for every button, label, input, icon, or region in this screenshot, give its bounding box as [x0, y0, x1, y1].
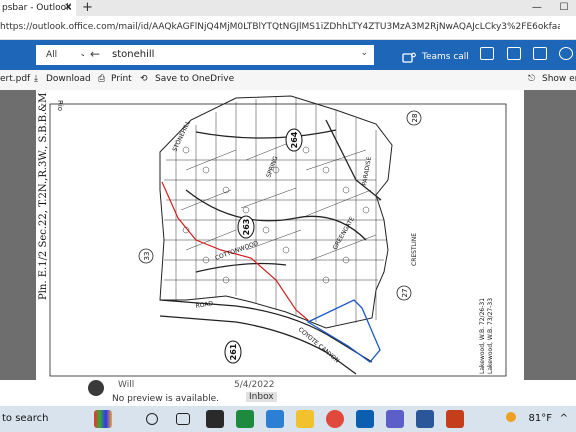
browser-tab[interactable]: psbar - Outlook ✕	[0, 0, 76, 16]
calendar-icon[interactable]	[480, 47, 494, 60]
tasks-icon[interactable]	[507, 47, 521, 60]
url-text[interactable]: https://outlook.office.com/mail/id/AAQkA…	[0, 22, 560, 32]
street-greengate: GREENGATE	[332, 216, 356, 251]
street-cottonwood: COTTONWOOD	[214, 240, 259, 262]
section-28: 28	[411, 114, 419, 123]
task-view-icon[interactable]	[176, 413, 190, 425]
teams-app-icon[interactable]	[386, 410, 404, 428]
section-27: 27	[401, 289, 409, 298]
tab-title: psbar - Outlook	[2, 3, 72, 13]
street-road: ROAD	[195, 300, 214, 310]
street-crestline: CRESTLINE	[411, 233, 418, 266]
note-1: Lakewood, W.B. 72/26-31	[479, 298, 486, 374]
section-33: 33	[143, 252, 151, 261]
outlook-icon[interactable]	[356, 410, 374, 428]
file-explorer-icon[interactable]	[296, 410, 314, 428]
show-email-button[interactable]: Show em	[542, 74, 576, 84]
maximize-button[interactable]: ☐	[552, 0, 576, 13]
windows-taskbar: to search 81°F ^	[0, 406, 576, 432]
chat-icon[interactable]	[533, 47, 547, 60]
note-2: Lakewood, W.B. 73/27-33	[487, 298, 494, 374]
store-icon[interactable]	[206, 410, 224, 428]
book-264: 264	[290, 131, 299, 148]
folder-badge[interactable]: Inbox	[246, 392, 277, 402]
chevron-up-icon[interactable]: ^	[560, 413, 568, 424]
powerpoint-icon[interactable]	[446, 410, 464, 428]
mail-preview: No preview is available.	[112, 394, 219, 404]
street-paradise: PARADISE	[361, 156, 373, 186]
search-input[interactable]: ← stonehill ⌄	[84, 45, 374, 65]
print-icon[interactable]: ⎙	[98, 74, 105, 84]
weather-icon	[506, 412, 516, 422]
settings-icon[interactable]	[559, 47, 573, 60]
mail-list-item[interactable]: Will No preview is available. 5/4/2022 I…	[0, 380, 576, 406]
taskbar-search[interactable]: to search	[0, 406, 140, 432]
minimize-button[interactable]: —	[525, 0, 549, 13]
search-scope-value: All	[46, 50, 58, 60]
avatar	[88, 380, 104, 396]
street-coyote: COYOTE CANYON	[297, 326, 341, 364]
map-title: Pln. E.1/2 Sec.22, T.2N.,R.3W., S.B.B.&M	[38, 93, 49, 300]
cloud-save-icon[interactable]: ⟲	[140, 74, 148, 84]
parcel-map: Pln. E.1/2 Sec.22, T.2N.,R.3W., S.B.B.&M…	[38, 93, 507, 377]
street-stonehill: STONEHILL	[171, 119, 192, 153]
word-icon[interactable]	[416, 410, 434, 428]
address-bar[interactable]: https://outlook.office.com/mail/id/AAQkA…	[0, 16, 576, 40]
search-options-icon[interactable]: ⌄	[360, 48, 368, 58]
edge-icon[interactable]	[236, 410, 254, 428]
new-tab-button[interactable]: +	[82, 0, 93, 15]
mail-date: 5/4/2022	[234, 380, 275, 390]
back-arrow-icon[interactable]: ←	[90, 47, 100, 61]
window-controls: — ☐	[525, 0, 576, 16]
print-button[interactable]: Print	[111, 74, 132, 84]
mail-icon[interactable]	[266, 410, 284, 428]
show-email-icon[interactable]: ⎋	[528, 74, 535, 84]
teams-call-button[interactable]: Teams call	[422, 52, 469, 62]
pdf-page: Pln. E.1/2 Sec.22, T.2N.,R.3W., S.B.B.&M…	[36, 90, 524, 384]
news-icon[interactable]	[94, 410, 112, 428]
search-value: stonehill	[112, 49, 155, 60]
close-tab-icon[interactable]: ✕	[64, 2, 72, 13]
mail-sender: Will	[118, 380, 135, 390]
teams-icon[interactable]	[402, 49, 416, 68]
weather-temperature[interactable]: 81°F	[529, 413, 552, 424]
chrome-icon[interactable]	[326, 410, 344, 428]
download-button[interactable]: Download	[46, 74, 91, 84]
corner-text-1: Rio	[56, 100, 64, 111]
book-261: 261	[229, 343, 238, 360]
book-263: 263	[242, 219, 251, 236]
outlook-header: All ⌄ ← stonehill ⌄ Teams call	[0, 40, 576, 70]
taskbar-search-text: to search	[2, 413, 49, 424]
street-spring: SPRING	[265, 155, 279, 179]
download-icon[interactable]: ⤓	[34, 74, 38, 84]
attachment-toolbar: ert.pdf ⤓ Download ⎙ Print ⟲ Save to One…	[0, 70, 576, 90]
save-to-onedrive-button[interactable]: Save to OneDrive	[155, 74, 234, 84]
attachment-filename: ert.pdf	[0, 74, 31, 84]
pdf-viewer[interactable]: Pln. E.1/2 Sec.22, T.2N.,R.3W., S.B.B.&M…	[0, 90, 576, 384]
cortana-icon[interactable]	[146, 413, 158, 425]
browser-tab-bar: psbar - Outlook ✕ + — ☐	[0, 0, 576, 16]
